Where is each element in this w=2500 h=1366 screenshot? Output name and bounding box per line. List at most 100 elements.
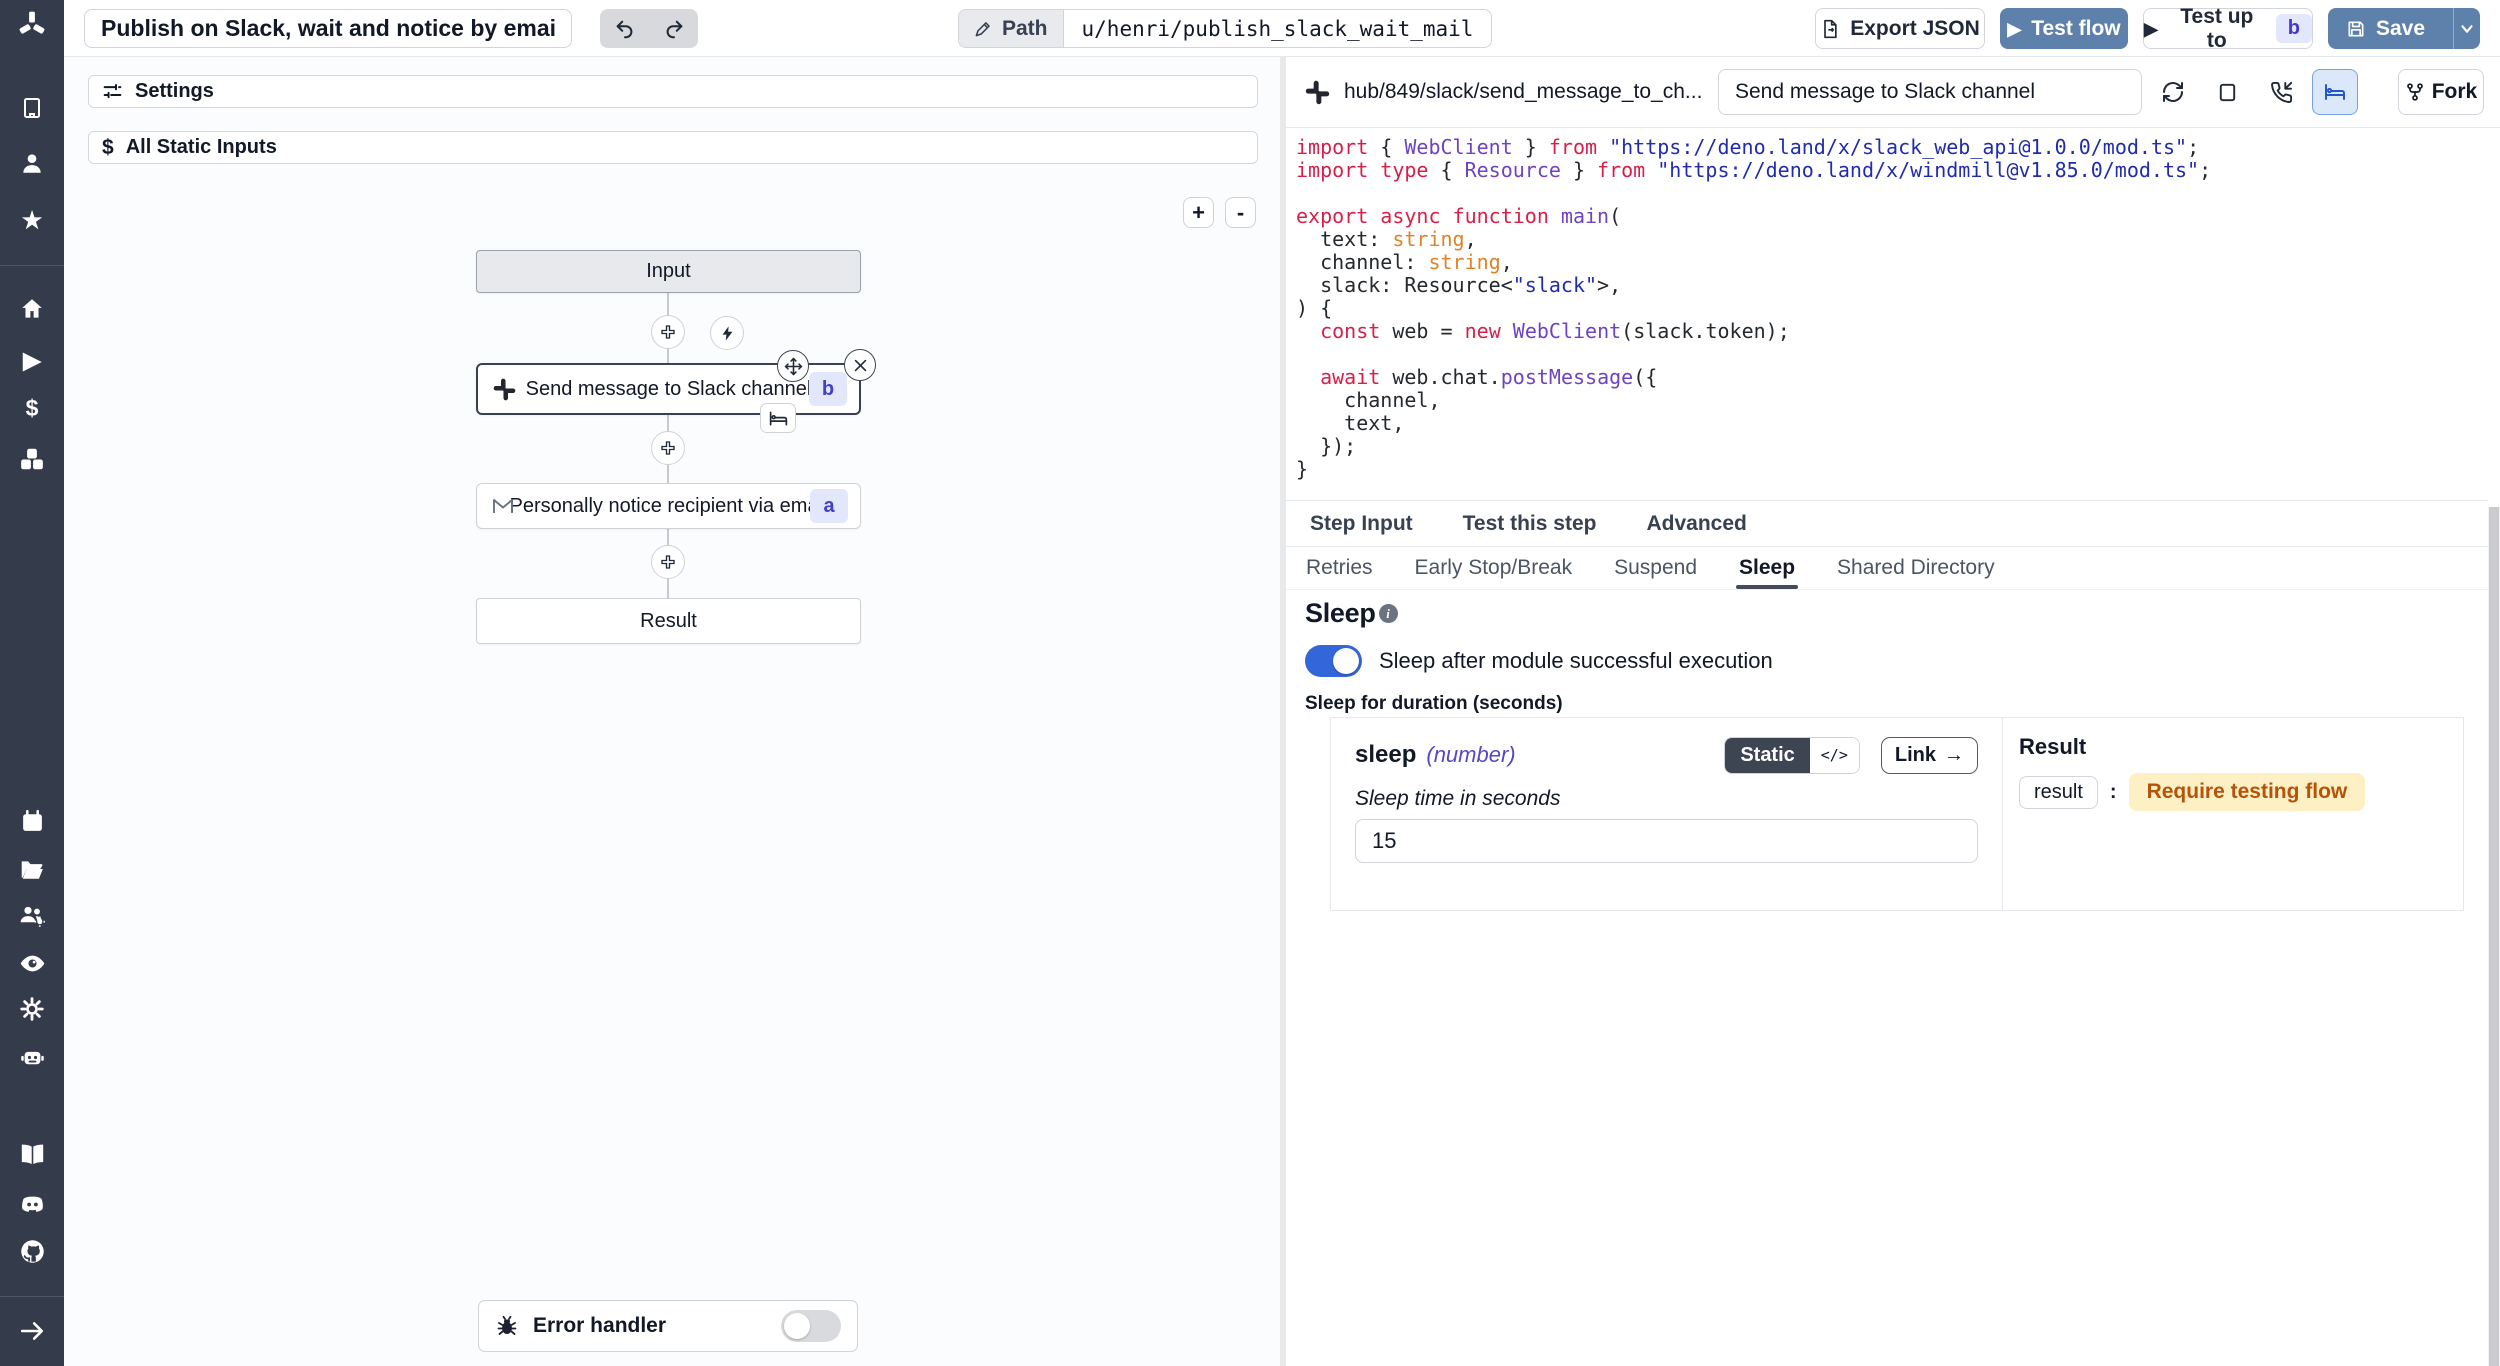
tab-suspend[interactable]: Suspend: [1614, 547, 1697, 589]
bug-icon: [495, 1314, 519, 1338]
move-step-button[interactable]: [777, 350, 809, 382]
settings-gear-icon[interactable]: [17, 994, 47, 1024]
field-description: Sleep time in seconds: [1355, 787, 1978, 811]
static-code-segmented-control: Static </>: [1724, 737, 1860, 774]
all-static-inputs-bar[interactable]: $ All Static Inputs: [88, 131, 1258, 164]
redo-button[interactable]: [649, 9, 698, 48]
schedules-calendar-icon[interactable]: [17, 806, 47, 836]
code-line: text: string,: [1296, 228, 2211, 251]
workers-robot-icon[interactable]: [17, 1042, 47, 1072]
top-bar: Path u/henri/publish_slack_wait_mail Exp…: [64, 0, 2500, 57]
tab-retries[interactable]: Retries: [1306, 547, 1373, 589]
hub-script-path[interactable]: hub/849/slack/send_message_to_ch...: [1344, 80, 1702, 104]
flow-title-input[interactable]: [84, 9, 572, 48]
error-handler-toggle[interactable]: [781, 1310, 841, 1342]
user-icon[interactable]: [17, 148, 47, 178]
zoom-in-button[interactable]: +: [1183, 197, 1214, 228]
phone-suspend-icon-button[interactable]: [2258, 69, 2304, 115]
code-line: ) {: [1296, 297, 2211, 320]
workspace-icon[interactable]: [17, 93, 47, 123]
play-icon: ▶: [2144, 20, 2158, 38]
add-step-button[interactable]: [651, 431, 685, 465]
collapse-arrow-icon[interactable]: [17, 1316, 47, 1346]
path-label: Path: [959, 10, 1064, 47]
sleep-toggle[interactable]: [1305, 645, 1362, 677]
sleep-seconds-input[interactable]: [1355, 819, 1978, 863]
tab-shared-directory[interactable]: Shared Directory: [1837, 547, 1995, 589]
sleep-bed-icon[interactable]: [760, 403, 796, 433]
code-editor[interactable]: import { WebClient } from "https://deno.…: [1296, 136, 2211, 481]
sidebar-divider: [0, 1296, 64, 1297]
path-value[interactable]: u/henri/publish_slack_wait_mail: [1064, 10, 1492, 47]
sleep-toggle-row: Sleep after module successful execution: [1305, 645, 1773, 677]
add-step-button[interactable]: [651, 545, 685, 579]
undo-button[interactable]: [600, 9, 649, 48]
undo-redo-group: [600, 9, 698, 48]
sleep-config-card: sleep (number) Static </> Link → Sleep t…: [1330, 717, 2464, 911]
export-json-button[interactable]: Export JSON: [1815, 8, 1985, 49]
code-line: import type { Resource } from "https://d…: [1296, 159, 2211, 182]
scrollbar: [2488, 507, 2500, 1366]
advanced-tabs-row: Retries Early Stop/Break Suspend Sleep S…: [1286, 547, 2488, 590]
sleep-bed-icon-button[interactable]: [2312, 69, 2358, 115]
save-dropdown-button[interactable]: [2453, 8, 2480, 49]
test-flow-button[interactable]: ▶ Test flow: [2000, 8, 2128, 49]
save-button[interactable]: Save: [2328, 8, 2443, 49]
favorites-star-icon[interactable]: ★: [17, 205, 47, 235]
path-field[interactable]: Path u/henri/publish_slack_wait_mail: [958, 9, 1492, 48]
flow-node-input[interactable]: Input: [476, 250, 861, 293]
restart-icon-button[interactable]: [2150, 69, 2196, 115]
code-line: });: [1296, 435, 2211, 458]
toggle-knob: [784, 1313, 810, 1339]
github-icon[interactable]: [17, 1236, 47, 1266]
tab-test-this-step[interactable]: Test this step: [1463, 512, 1597, 536]
step-badge: b: [2276, 14, 2312, 43]
flow-node-step-a[interactable]: Personally notice recipient via email a: [476, 483, 861, 529]
sleep-toggle-label: Sleep after module successful execution: [1379, 648, 1773, 674]
trigger-lightning-button[interactable]: [710, 316, 744, 350]
square-stop-icon-button[interactable]: [2204, 69, 2250, 115]
docs-book-icon[interactable]: [17, 1139, 47, 1169]
sidebar-divider: [0, 265, 64, 266]
code-line: slack: Resource<"slack">,: [1296, 274, 2211, 297]
result-value-badge: Require testing flow: [2129, 773, 2366, 811]
variables-dollar-icon[interactable]: $: [17, 393, 47, 423]
delete-step-button[interactable]: [844, 349, 876, 381]
tab-advanced[interactable]: Advanced: [1646, 512, 1746, 536]
tab-early-stop-break[interactable]: Early Stop/Break: [1415, 547, 1573, 589]
code-line: [1296, 343, 2211, 366]
discord-icon[interactable]: [17, 1189, 47, 1219]
folders-icon[interactable]: [17, 854, 47, 884]
field-type: (number): [1426, 742, 1515, 768]
code-line: [1296, 182, 2211, 205]
audit-eye-icon[interactable]: [17, 948, 47, 978]
flow-settings-bar[interactable]: Settings: [88, 75, 1258, 108]
flow-node-result[interactable]: Result: [476, 598, 861, 644]
link-button[interactable]: Link →: [1881, 737, 1978, 774]
static-segment[interactable]: Static: [1725, 738, 1809, 773]
zoom-out-button[interactable]: -: [1225, 197, 1256, 228]
test-up-to-button[interactable]: ▶ Test up to b: [2143, 8, 2313, 49]
groups-icon[interactable]: [17, 900, 47, 930]
windmill-flow-editor: ★ ▶ $: [0, 0, 2500, 1366]
code-line: }: [1296, 458, 2211, 481]
error-handler-node[interactable]: Error handler: [478, 1300, 858, 1352]
tab-step-input[interactable]: Step Input: [1310, 512, 1413, 536]
step-id-badge: b: [809, 372, 847, 406]
step-tabs-row: Step Input Test this step Advanced: [1286, 500, 2488, 547]
step-summary-input[interactable]: [1718, 69, 2142, 115]
info-icon[interactable]: i: [1379, 604, 1398, 623]
tab-sleep[interactable]: Sleep: [1739, 547, 1795, 589]
toggle-knob: [1333, 648, 1359, 674]
result-key-pill[interactable]: result: [2019, 776, 2098, 809]
scrollbar-thumb[interactable]: [2489, 507, 2499, 1366]
fork-button[interactable]: Fork: [2398, 69, 2484, 115]
code-line: export async function main(: [1296, 205, 2211, 228]
code-segment[interactable]: </>: [1810, 738, 1859, 773]
code-line: await web.chat.postMessage({: [1296, 366, 2211, 389]
windmill-logo-icon[interactable]: [17, 10, 47, 40]
runs-play-icon[interactable]: ▶: [17, 345, 47, 375]
add-step-button[interactable]: [651, 315, 685, 349]
resources-cubes-icon[interactable]: [17, 444, 47, 474]
home-icon[interactable]: [17, 294, 47, 324]
